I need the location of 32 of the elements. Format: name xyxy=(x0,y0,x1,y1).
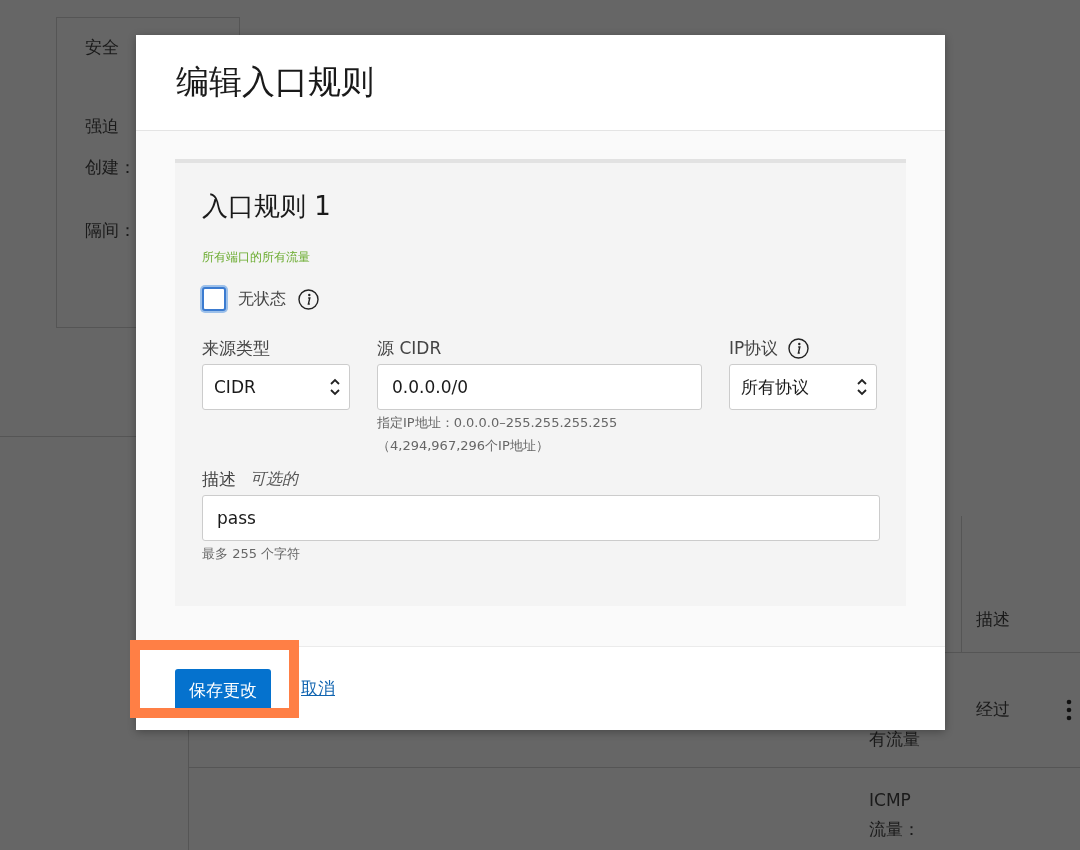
field-label: 强迫 xyxy=(85,115,120,138)
cidr-input-field[interactable]: 0.0.0.0/0 xyxy=(377,364,702,410)
rule-heading: 入口规则 1 xyxy=(202,190,332,223)
rule-summary: 所有端口的所有流量 xyxy=(202,249,311,266)
optional-label: 可选的 xyxy=(250,469,298,490)
stateless-checkbox[interactable] xyxy=(202,287,226,311)
table-cell-text: ICMP xyxy=(869,789,912,812)
info-icon[interactable] xyxy=(788,337,810,359)
field-label: 源 CIDR xyxy=(377,336,442,360)
column-header: 描述 xyxy=(961,516,1080,652)
checkbox-label: 无状态 xyxy=(238,288,286,310)
info-icon[interactable] xyxy=(298,288,319,310)
field-label: 隔间： xyxy=(85,219,137,242)
table-cell: 经过 xyxy=(976,699,1010,719)
field-label: 描述 xyxy=(202,468,236,491)
cancel-link[interactable]: 取消 xyxy=(301,677,335,700)
dialog-title: 编辑入口规则 xyxy=(176,61,374,103)
select-field[interactable]: CIDR xyxy=(202,364,350,410)
up-down-chevron-icon xyxy=(856,377,868,397)
up-down-chevron-icon xyxy=(329,377,341,397)
field-hint: （4,294,967,296个IP地址） xyxy=(377,437,550,455)
field-label: IP协议 xyxy=(729,336,779,360)
select-field[interactable]: 所有协议 xyxy=(729,364,877,410)
field-label: 来源类型 xyxy=(202,336,270,360)
more-options-icon[interactable] xyxy=(1066,699,1072,721)
field-hint: 最多 255 个字符 xyxy=(202,545,302,563)
description-input-field[interactable]: pass xyxy=(202,495,880,541)
card-title: 安全 xyxy=(85,36,120,59)
field-label: 创建： xyxy=(85,156,137,179)
table-cell-text: 流量： xyxy=(869,818,921,841)
table-cell-text: 有流量 xyxy=(869,728,921,751)
field-hint: 指定IP地址：0.0.0.0–255.255.255.255 xyxy=(377,414,619,432)
